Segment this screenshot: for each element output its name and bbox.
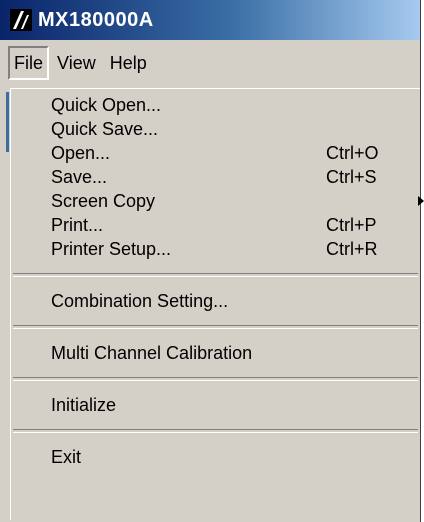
- menu-item-save[interactable]: Save... Ctrl+S: [11, 165, 420, 189]
- menu-item-label: Screen Copy: [51, 191, 156, 211]
- menu-item-open[interactable]: Open... Ctrl+O: [11, 141, 420, 165]
- menu-item-screen-copy[interactable]: Screen Copy: [11, 189, 424, 213]
- menu-item-shortcut: Ctrl+O: [326, 143, 379, 163]
- menu-bar: File View Help: [0, 40, 420, 86]
- menu-item-initialize[interactable]: Initialize: [11, 393, 420, 417]
- menu-item-label: Exit: [51, 447, 82, 467]
- menu-item-label: Combination Setting...: [51, 291, 229, 311]
- title-bar[interactable]: MX180000A: [0, 0, 420, 40]
- menu-file[interactable]: File: [8, 46, 50, 80]
- menu-item-label: Initialize: [51, 395, 117, 415]
- application-window: MX180000A File View Help Quick Open... Q…: [0, 0, 424, 522]
- menu-separator: [13, 325, 418, 329]
- menu-item-label: Print...: [51, 215, 104, 235]
- menu-separator: [13, 273, 418, 277]
- menu-help[interactable]: Help: [104, 46, 153, 80]
- menu-item-label: Printer Setup...: [51, 239, 172, 259]
- window-title: MX180000A: [38, 8, 154, 31]
- menu-item-label: Quick Open...: [51, 95, 162, 115]
- menu-item-label: Multi Channel Calibration: [51, 343, 253, 363]
- menu-view[interactable]: View: [51, 46, 102, 80]
- menu-item-combination-setting[interactable]: Combination Setting...: [11, 289, 420, 313]
- menu-item-label: Save...: [51, 167, 108, 187]
- menu-item-print[interactable]: Print... Ctrl+P: [11, 213, 420, 237]
- menu-item-quick-open[interactable]: Quick Open...: [11, 93, 420, 117]
- menu-item-exit[interactable]: Exit: [11, 445, 420, 469]
- menu-item-label: Quick Save...: [51, 119, 159, 139]
- menu-item-multi-channel-calibration[interactable]: Multi Channel Calibration: [11, 341, 420, 365]
- submenu-arrow-icon: [418, 196, 424, 206]
- menu-item-shortcut: Ctrl+P: [326, 215, 377, 235]
- menu-item-label: Open...: [51, 143, 111, 163]
- menu-item-printer-setup[interactable]: Printer Setup... Ctrl+R: [11, 237, 420, 261]
- menu-item-quick-save[interactable]: Quick Save...: [11, 117, 420, 141]
- file-menu-dropdown: Quick Open... Quick Save... Open... Ctrl…: [10, 88, 424, 520]
- menu-item-shortcut: Ctrl+R: [326, 239, 378, 259]
- menu-separator: [13, 429, 418, 433]
- menu-item-shortcut: Ctrl+S: [326, 167, 377, 187]
- anritsu-logo-icon: [10, 9, 32, 31]
- window-content-edge: [6, 92, 9, 152]
- menu-separator: [13, 377, 418, 381]
